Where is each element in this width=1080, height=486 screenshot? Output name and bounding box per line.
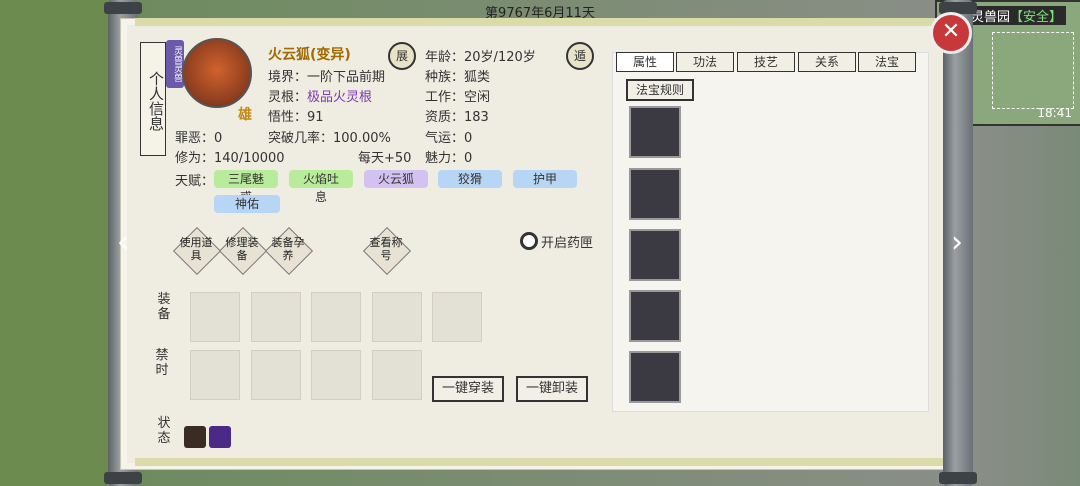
daily-row: 每天+50 [358, 151, 412, 166]
equip-slot[interactable] [251, 350, 301, 400]
personal-info-tab[interactable]: 个人信息 [140, 42, 166, 156]
work-row: 工作：空闲 [425, 90, 491, 105]
sin-row: 罪恶：0 [175, 131, 223, 146]
unequip-all-button[interactable]: 一键卸装 [516, 376, 589, 402]
fabao-rule-button[interactable]: 法宝规则 [626, 79, 695, 101]
talent-tag[interactable]: 狡猾 [438, 170, 502, 188]
luck-row: 气运：0 [425, 131, 473, 146]
talent-tag[interactable]: 火焰吐息 [289, 170, 353, 204]
talent-tag[interactable]: 火云狐 [364, 170, 428, 188]
status-effect-icon[interactable] [209, 426, 231, 448]
fabao-slot[interactable] [629, 168, 681, 220]
equip-nurture-button[interactable]: 装备孕养 [264, 226, 314, 276]
rod-cap-bottom [104, 472, 142, 484]
equip-slot[interactable] [372, 350, 422, 400]
talent-label: 天赋： [175, 174, 215, 189]
talent-tag[interactable]: 三尾魅惑 [214, 170, 278, 204]
age-row: 年龄：20岁/120岁 [425, 50, 536, 65]
gender-label: 雄 [238, 107, 252, 123]
minimap-title: 灵兽园【安全】 [967, 6, 1067, 25]
equip-slot[interactable] [190, 292, 240, 342]
forbid-label: 禁时 [155, 348, 169, 378]
equip-all-button[interactable]: 一键穿装 [432, 376, 505, 402]
tab-skills[interactable]: 功法 [676, 52, 734, 72]
equip-slot[interactable] [311, 350, 361, 400]
next-arrow-icon[interactable]: › [946, 226, 968, 260]
equip-slot[interactable] [190, 350, 240, 400]
close-button[interactable]: ✕ [930, 12, 972, 54]
prev-arrow-icon[interactable]: ‹ [112, 226, 134, 260]
escape-button[interactable]: 遁 [566, 42, 594, 70]
root-row: 灵根：极品火灵根 [268, 90, 373, 105]
rod-cap-top [104, 2, 142, 14]
equip-slot[interactable] [372, 292, 422, 342]
talent-tag[interactable]: 护甲 [513, 170, 577, 188]
repair-equip-button[interactable]: 修理装备 [218, 226, 268, 276]
talent-tag[interactable]: 神佑 [214, 195, 280, 213]
realm-row: 境界：一阶下品前期 [268, 70, 386, 85]
fabao-slot[interactable] [629, 290, 681, 342]
fabao-slot[interactable] [629, 106, 681, 158]
tab-fabao[interactable]: 法宝 [858, 52, 916, 72]
view-title-button[interactable]: 查看称号 [362, 226, 412, 276]
equip-label: 装备 [157, 292, 171, 322]
equip-slot[interactable] [311, 292, 361, 342]
avatar [182, 38, 252, 108]
radio-icon [520, 232, 538, 250]
close-icon: ✕ [941, 19, 961, 44]
charm-row: 魅力：0 [425, 151, 473, 166]
breakthrough-row: 突破几率：100.00% [268, 131, 391, 146]
use-item-button[interactable]: 使用道具 [172, 226, 222, 276]
tab-arts[interactable]: 技艺 [737, 52, 795, 72]
scroll-edge-bottom [135, 458, 945, 466]
status-label: 状态 [157, 416, 171, 446]
wu-row: 悟性：91 [268, 110, 324, 125]
race-row: 种族：狐类 [425, 70, 491, 85]
rod-cap-bottom [939, 472, 977, 484]
equip-slot[interactable] [251, 292, 301, 342]
equip-slot[interactable] [432, 292, 482, 342]
medicine-box-toggle[interactable]: 开启药匣 [520, 232, 593, 251]
status-effect-icon[interactable] [184, 426, 206, 448]
aptitude-row: 资质：183 [425, 110, 489, 125]
expand-button[interactable]: 展 [388, 42, 416, 70]
type-tag: 灵兽灵兽 [166, 40, 184, 88]
fabao-slot[interactable] [629, 229, 681, 281]
tab-relations[interactable]: 关系 [798, 52, 856, 72]
scroll-edge-top [135, 18, 945, 26]
minimap-time: 18:41 [1037, 106, 1072, 120]
minimap-area [992, 32, 1074, 109]
fabao-slot[interactable] [629, 351, 681, 403]
cultivation-row: 修为：140/10000 [175, 151, 285, 166]
tab-attributes[interactable]: 属性 [616, 52, 674, 72]
character-name: 火云狐(变异) [268, 47, 351, 63]
